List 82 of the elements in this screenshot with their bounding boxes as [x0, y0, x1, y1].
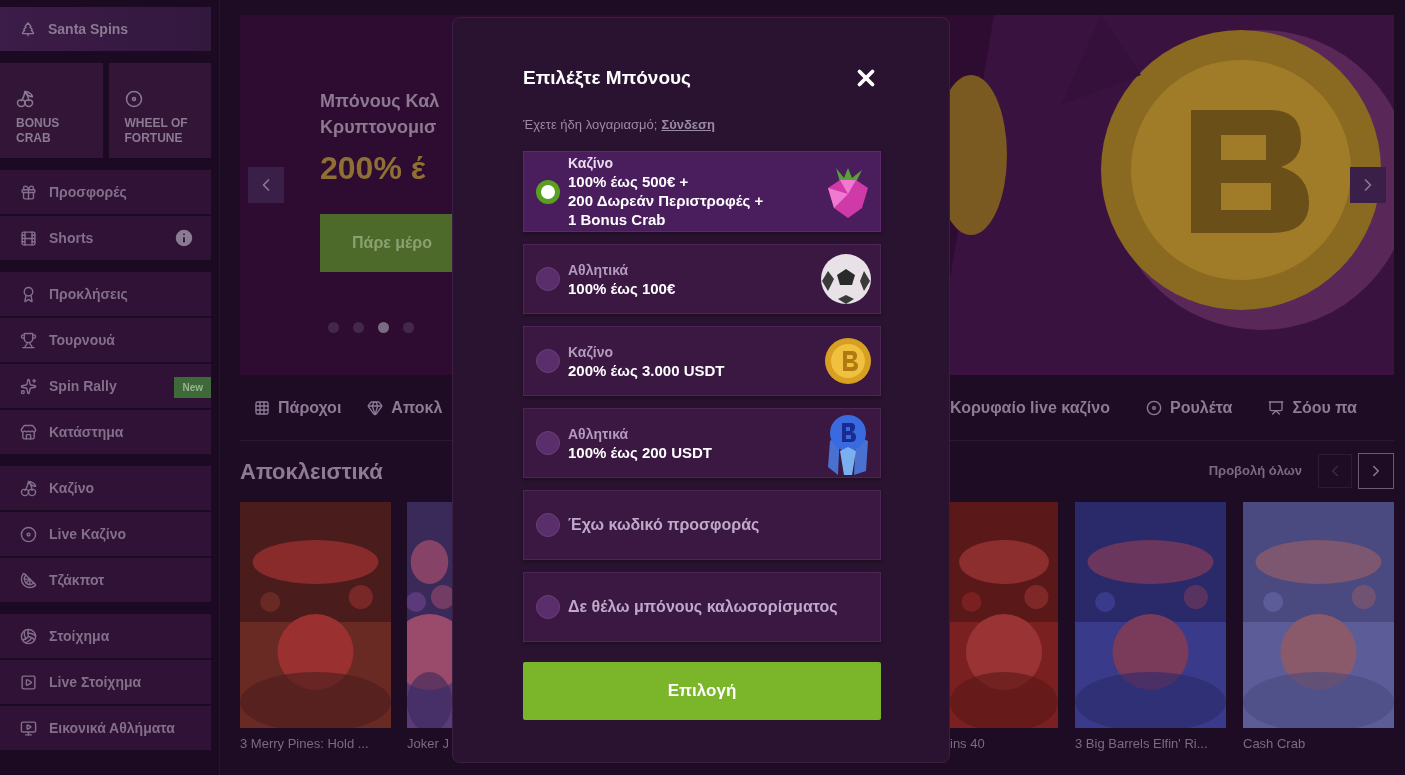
- bonus-option[interactable]: Αθλητικά 100% έως 200 USDT: [523, 408, 881, 478]
- bitcoin-coin-icon: [824, 336, 872, 386]
- category-tab[interactable]: Ρουλέτα: [1145, 395, 1233, 420]
- hero-title: Κρυπτονομισ: [320, 115, 438, 139]
- sparkles-icon: [20, 377, 37, 395]
- option-label: Δε θέλω μπόνους καλωσορίσματος: [568, 597, 838, 617]
- dialog-title: Επιλέξτε Μπόνους: [523, 66, 691, 90]
- gem-icon: [367, 399, 384, 416]
- game-title[interactable]: 3 Merry Pines: Hold ...: [240, 734, 391, 754]
- featured-item[interactable]: Santa Spins: [0, 7, 211, 51]
- wheel-icon: [124, 90, 143, 108]
- sidebar-item[interactable]: Κατάστημα: [0, 410, 211, 454]
- category-tab[interactable]: Κορυφαίο live καζίνο: [950, 395, 1110, 420]
- sidebar-item[interactable]: Καζίνο: [0, 466, 211, 510]
- option-offer: 100% έως 100€: [568, 278, 677, 298]
- film-icon: [20, 229, 37, 247]
- gift-icon: [20, 183, 37, 201]
- sidebar-item[interactable]: Live Καζίνο: [0, 512, 211, 556]
- radio-button[interactable]: [536, 431, 560, 455]
- bonus-option[interactable]: Καζίνο 200% έως 3.000 USDT: [523, 326, 881, 396]
- sidebar-item[interactable]: Στοίχημα: [0, 614, 211, 658]
- grid-icon: [254, 399, 270, 416]
- view-all-link[interactable]: Προβολή όλων: [1208, 461, 1302, 481]
- hero-headline: 200% έ: [320, 148, 427, 188]
- sidebar-item[interactable]: Τουρνουά: [0, 318, 211, 362]
- option-offer: 200% έως 3.000 USDT: [568, 360, 726, 380]
- option-offer: 200 Δωρεάν Περιστροφές +: [568, 191, 765, 210]
- hero-title: Μπόνους Καλ: [320, 89, 441, 113]
- sidebar-item[interactable]: Εικονικά Αθλήματα: [0, 706, 211, 750]
- game-title[interactable]: Cash Crab: [1243, 734, 1394, 754]
- bonus-option[interactable]: Αθλητικά 100% έως 100€: [523, 244, 881, 314]
- account-prompt: Έχετε ήδη λογαριασμό;: [523, 115, 658, 134]
- option-offer: 100% έως 500€ +: [568, 172, 690, 191]
- select-button[interactable]: Επιλογή: [523, 662, 881, 720]
- hero-cta-button[interactable]: Πάρε μέρο: [320, 213, 452, 272]
- bonus-option[interactable]: Έχω κωδικό προσφοράς: [523, 490, 881, 560]
- bonus-option[interactable]: Δε θέλω μπόνους καλωσορίσματος: [523, 572, 881, 642]
- sidebar-item[interactable]: Προσφορές: [0, 170, 211, 214]
- tree-icon: [20, 21, 36, 37]
- login-link[interactable]: Σύνδεση: [661, 114, 715, 134]
- category-tab[interactable]: Πάροχοι: [254, 395, 342, 420]
- option-label: Έχω κωδικό προσφοράς: [568, 515, 760, 535]
- sidebar-item[interactable]: Τζάκποτ: [0, 558, 211, 602]
- option-offer: 1 Bonus Crab: [568, 210, 667, 229]
- option-category: Καζίνο: [568, 154, 615, 172]
- option-offer: 100% έως 200 USDT: [568, 442, 713, 462]
- section-title: Αποκλειστικά: [240, 457, 384, 486]
- cherry-icon: [20, 479, 37, 497]
- carousel-next-button[interactable]: [1350, 167, 1386, 203]
- carousel-prev-button[interactable]: [248, 167, 284, 203]
- option-category: Αθλητικά: [568, 260, 630, 279]
- radio-button[interactable]: [536, 595, 560, 619]
- sidebar-item[interactable]: Προκλήσεις: [0, 272, 211, 316]
- trophy-icon: [20, 331, 37, 349]
- monitor-icon: [20, 719, 37, 737]
- sidebar-item[interactable]: Live Στοίχημα: [0, 660, 211, 704]
- promo-tile[interactable]: WHEEL OF FORTUNE: [108, 63, 211, 158]
- radio-button[interactable]: [536, 179, 560, 204]
- game-title[interactable]: Joker J: [407, 734, 452, 754]
- next-button[interactable]: [1358, 453, 1394, 489]
- category-tab[interactable]: Αποκλ: [367, 395, 443, 420]
- wheel-icon: [20, 525, 37, 543]
- game-title[interactable]: 3 Big Barrels Elfin' Ri...: [1075, 734, 1226, 754]
- play-icon: [20, 673, 37, 691]
- new-badge: New: [174, 377, 211, 398]
- sidebar-item[interactable]: Spin Rally New: [0, 364, 211, 408]
- wheel-icon: [1145, 399, 1162, 416]
- option-category: Αθλητικά: [568, 424, 630, 443]
- category-tab[interactable]: Σόου πα: [1268, 395, 1357, 420]
- fruit-icon: [20, 571, 37, 589]
- promo-tile[interactable]: BONUS CRAB: [0, 63, 103, 158]
- stage-icon: [1268, 399, 1285, 416]
- option-category: Καζίνο: [568, 342, 615, 361]
- radio-button[interactable]: [536, 349, 560, 373]
- radio-button[interactable]: [536, 267, 560, 291]
- ball-icon: [20, 627, 37, 645]
- sidebar-item[interactable]: Shorts: [0, 216, 211, 260]
- soccer-ball-icon: [820, 253, 872, 305]
- store-icon: [20, 423, 37, 441]
- game-title[interactable]: ins 40: [950, 734, 1058, 754]
- radio-button[interactable]: [536, 513, 560, 537]
- bonus-option[interactable]: Καζίνο 100% έως 500€ + 200 Δωρεάν Περιστροφές + 1 Bonus Crab: [523, 151, 881, 232]
